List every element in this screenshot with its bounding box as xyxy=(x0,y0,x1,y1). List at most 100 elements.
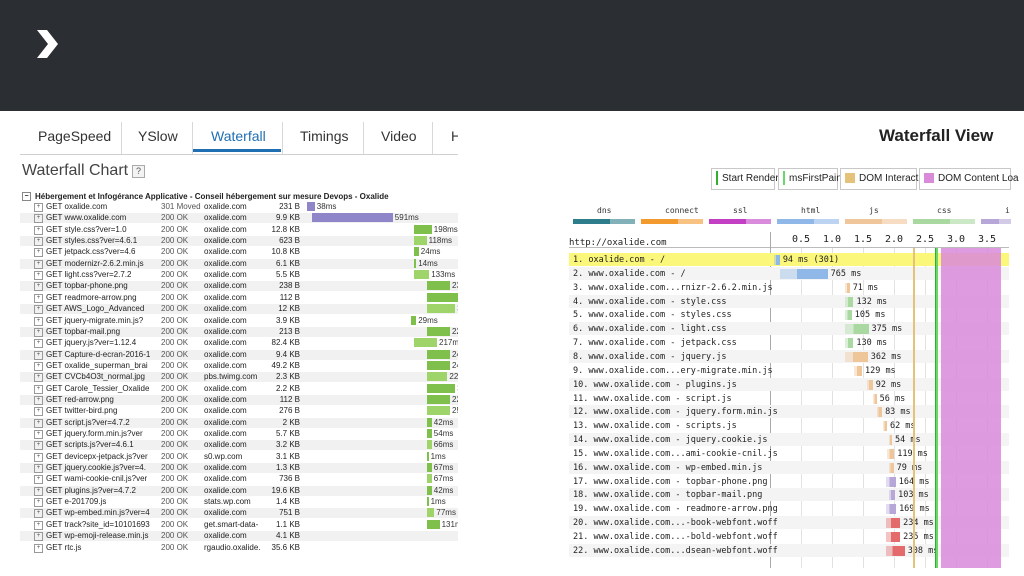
tab-waterfall[interactable]: Waterfall xyxy=(211,128,266,144)
expand-icon[interactable]: + xyxy=(34,520,43,530)
expand-icon[interactable]: + xyxy=(34,293,43,303)
expand-icon[interactable]: + xyxy=(34,452,43,462)
expand-icon[interactable]: + xyxy=(34,361,43,371)
expand-icon[interactable]: + xyxy=(34,384,43,394)
request-url: GET AWS_Logo_Advanced xyxy=(46,304,145,314)
request-url: GET jquery.form.min.js?ver xyxy=(46,429,143,438)
request-status: 200 OK xyxy=(161,224,189,234)
expand-icon[interactable]: + xyxy=(34,225,43,235)
request-domain: oxalide.com xyxy=(204,213,247,223)
request-time: 256ms xyxy=(452,406,458,416)
legend-label: Start Render xyxy=(722,173,779,184)
request-bar xyxy=(426,451,429,461)
request-status: 200 OK xyxy=(161,315,189,325)
request-url: GET styles.css?ver=4.6.1 xyxy=(46,236,138,246)
expand-icon[interactable]: + xyxy=(34,430,43,439)
request-bar xyxy=(413,236,427,246)
request-status: 200 OK xyxy=(161,383,189,393)
request-status: 301 Moved xyxy=(161,202,201,211)
active-tab-indicator xyxy=(193,149,281,152)
request-time: 67ms xyxy=(433,463,454,473)
collapse-icon[interactable]: − xyxy=(22,192,31,202)
request-domain: stats.wp.com xyxy=(204,497,251,507)
request-bar xyxy=(845,282,850,293)
request-size: 9.4 KB xyxy=(275,349,300,359)
expand-icon[interactable]: + xyxy=(34,407,43,417)
request-size: 3.9 KB xyxy=(275,315,300,325)
request-status: 200 OK xyxy=(161,519,189,529)
expand-icon[interactable]: + xyxy=(34,327,43,337)
tab-yslow[interactable]: YSlow xyxy=(138,128,178,144)
request-domain: oxalide.com xyxy=(204,383,247,393)
expand-icon[interactable]: + xyxy=(34,271,43,281)
waterfall-chart-title: Waterfall Chart xyxy=(22,162,129,179)
request-size: 3.1 KB xyxy=(275,451,300,461)
expand-icon[interactable]: + xyxy=(34,509,43,519)
phase-swatch xyxy=(981,219,1011,224)
request-bar xyxy=(426,349,450,359)
request-bar xyxy=(845,351,868,362)
phase-label: i xyxy=(1005,206,1010,215)
request-time: 198ms xyxy=(433,224,458,234)
expand-icon[interactable]: + xyxy=(34,339,43,349)
request-size: 12 KB xyxy=(278,304,300,314)
request-size: 82.4 KB xyxy=(271,338,300,348)
time-tick-label: 3.0 xyxy=(947,234,966,245)
expand-icon[interactable]: + xyxy=(34,532,43,542)
request-size: 2.3 KB xyxy=(275,372,300,382)
request-bar xyxy=(845,338,854,349)
request-status: 200 OK xyxy=(161,394,189,404)
phase-swatch xyxy=(777,219,839,224)
expand-icon[interactable]: + xyxy=(34,373,43,383)
request-status: 200 OK xyxy=(161,497,189,507)
expand-icon[interactable]: + xyxy=(34,395,43,405)
expand-icon[interactable]: + xyxy=(34,305,43,315)
request-label: 9. www.oxalide.com...ery-migrate.min.js xyxy=(573,365,773,376)
request-status: 200 OK xyxy=(161,326,189,336)
request-url: GET jquery.cookie.js?ver=4. xyxy=(46,463,146,473)
request-domain: oxalide.com xyxy=(204,474,247,484)
request-size: 112 B xyxy=(279,292,300,302)
request-label: 12. www.oxalide.com - jquery.form.min.js xyxy=(573,407,778,418)
expand-icon[interactable]: + xyxy=(34,259,43,269)
expand-icon[interactable]: + xyxy=(34,464,43,474)
tab-history[interactable]: H xyxy=(451,128,458,144)
request-time: 246ms xyxy=(452,349,458,359)
tab-video[interactable]: Video xyxy=(381,128,417,144)
legend-item: msFirstPaint xyxy=(778,168,845,190)
request-time: 77ms xyxy=(436,508,456,518)
request-status: 200 OK xyxy=(161,338,189,348)
legend-item: DOM Content Loa xyxy=(919,168,1019,190)
request-time: 29ms xyxy=(418,315,438,325)
request-time: 132 ms xyxy=(856,296,888,307)
expand-icon[interactable]: + xyxy=(34,486,43,496)
expand-icon[interactable]: + xyxy=(34,475,43,485)
host-group-header[interactable]: − Hébergement et Infogérance Applicative … xyxy=(22,192,389,202)
expand-icon[interactable]: + xyxy=(34,203,43,212)
expand-icon[interactable]: + xyxy=(34,237,43,247)
legend-swatch xyxy=(716,171,718,186)
tab-timings[interactable]: Timings xyxy=(300,128,349,144)
tab-pagespeed[interactable]: PageSpeed xyxy=(38,128,111,144)
expand-icon[interactable]: + xyxy=(34,214,43,224)
expand-icon[interactable]: + xyxy=(34,316,43,326)
request-size: 9.9 KB xyxy=(275,213,300,223)
request-status: 200 OK xyxy=(161,349,189,359)
request-time: 765 ms xyxy=(830,268,862,279)
phase-label: ssl xyxy=(733,206,748,215)
legend-swatch xyxy=(924,173,934,184)
expand-icon[interactable]: + xyxy=(34,350,43,360)
expand-icon[interactable]: + xyxy=(34,543,43,553)
request-bar xyxy=(885,476,896,487)
request-time: 223ms xyxy=(449,372,458,382)
request-domain: oxalide.com xyxy=(204,304,247,314)
request-label: 3. www.oxalide.com...rnizr-2.6.2.min.js xyxy=(573,282,773,293)
help-icon[interactable]: ? xyxy=(132,165,145,178)
legend-label: msFirstPaint xyxy=(789,173,845,184)
expand-icon[interactable]: + xyxy=(34,248,43,258)
expand-icon[interactable]: + xyxy=(34,418,43,428)
expand-icon[interactable]: + xyxy=(34,282,43,292)
expand-icon[interactable]: + xyxy=(34,441,43,451)
expand-icon[interactable]: + xyxy=(34,498,43,508)
request-bar xyxy=(845,324,869,335)
